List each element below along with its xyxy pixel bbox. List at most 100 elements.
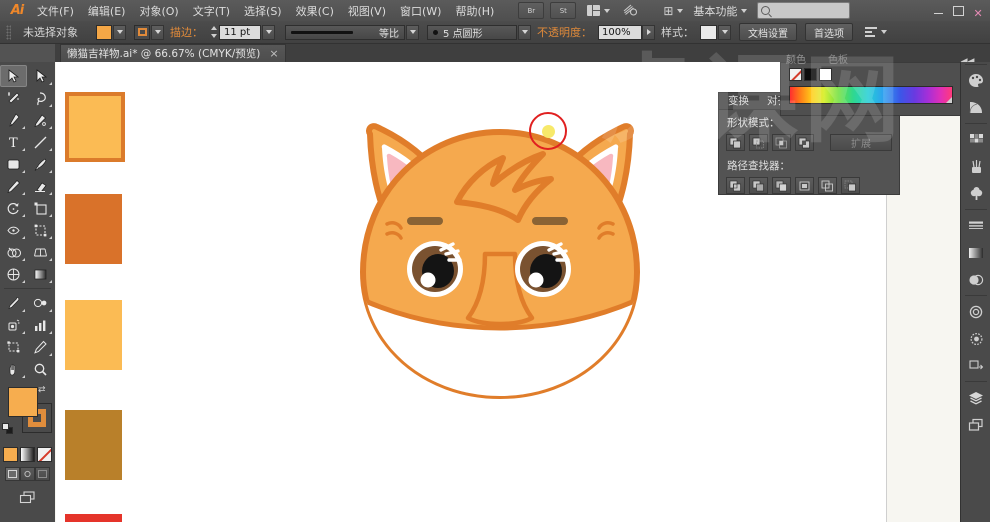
width-tool[interactable] <box>0 219 27 241</box>
opacity-flyout-button[interactable] <box>642 24 655 40</box>
search-input[interactable] <box>757 2 851 19</box>
close-icon[interactable]: × <box>269 47 278 60</box>
stroke-weight-stepper[interactable] <box>209 25 218 40</box>
tab-color[interactable]: 颜色 <box>786 51 806 66</box>
menu-effect[interactable]: 效果(C) <box>289 1 341 21</box>
eyedropper-tool[interactable] <box>0 292 27 314</box>
bridge-button[interactable]: Br <box>518 2 545 19</box>
menu-type[interactable]: 文字(T) <box>186 1 237 21</box>
expand-button[interactable]: 扩展 <box>830 134 892 151</box>
menu-view[interactable]: 视图(V) <box>341 1 393 21</box>
rotate-tool[interactable] <box>0 197 27 219</box>
stroke-weight-dropdown[interactable] <box>262 24 275 40</box>
graphic-styles-panel-icon[interactable] <box>961 325 990 352</box>
curvature-tool[interactable] <box>27 109 54 131</box>
zoom-tool[interactable] <box>27 358 54 380</box>
stroke-panel-icon[interactable] <box>961 212 990 239</box>
color-guide-panel-icon[interactable] <box>961 94 990 121</box>
screen-mode-normal[interactable] <box>5 467 20 481</box>
appearance-panel-icon[interactable] <box>961 298 990 325</box>
stroke-swatch-dropdown[interactable] <box>151 24 164 40</box>
arrange-documents-button[interactable] <box>587 5 611 16</box>
fill-swatch-dropdown[interactable] <box>113 24 126 40</box>
screen-mode-fullscreen[interactable] <box>35 467 50 481</box>
eraser-tool[interactable] <box>27 175 54 197</box>
workspace-menu-chevron-icon[interactable] <box>741 8 748 13</box>
pathfinder-exclude-button[interactable] <box>795 134 814 151</box>
symbols-panel-icon[interactable] <box>961 180 990 207</box>
line-segment-tool[interactable] <box>27 131 54 153</box>
fill-color-swatch[interactable] <box>96 24 112 40</box>
pathfinder-minus-front-button[interactable] <box>749 134 768 151</box>
edit-toolbar-icon[interactable] <box>16 488 40 506</box>
selected-highlight-circle[interactable] <box>529 112 567 150</box>
pathfinder-crop-button[interactable] <box>795 177 814 194</box>
symbol-sprayer-tool[interactable] <box>0 314 27 336</box>
document-setup-button[interactable]: 文档设置 <box>739 23 797 41</box>
transform-panel-icon[interactable] <box>961 352 990 379</box>
pathfinder-minus-back-button[interactable] <box>841 177 860 194</box>
pen-tool[interactable] <box>0 109 27 131</box>
color-mode-gradient[interactable] <box>20 447 35 462</box>
hand-tool[interactable] <box>0 358 27 380</box>
direct-selection-tool[interactable] <box>27 65 54 87</box>
pathfinder-intersect-button[interactable] <box>772 134 791 151</box>
brush-definition-select[interactable]: 5 点圆形 <box>427 24 517 40</box>
pathfinder-merge-button[interactable] <box>772 177 791 194</box>
lasso-tool[interactable] <box>27 87 54 109</box>
artwork-swatch-2[interactable] <box>65 194 122 264</box>
stroke-profile-dropdown[interactable] <box>406 24 419 40</box>
document-tab[interactable]: 懒猫吉祥物.ai* @ 66.67% (CMYK/预览) × <box>60 44 286 62</box>
color-mode-none[interactable] <box>37 447 52 462</box>
swap-fill-stroke-icon[interactable]: ⇄ <box>38 385 46 395</box>
color-panel-icon[interactable] <box>961 67 990 94</box>
maximize-button[interactable] <box>948 3 968 19</box>
opacity-label[interactable]: 不透明度： <box>537 24 592 40</box>
color-spectrum-bar[interactable] <box>789 86 953 104</box>
black-swatch[interactable] <box>804 68 817 81</box>
free-transform-tool[interactable] <box>27 219 54 241</box>
layers-panel-icon[interactable] <box>961 384 990 411</box>
slice-tool[interactable] <box>27 336 54 358</box>
column-graph-tool[interactable] <box>27 314 54 336</box>
brush-definition-dropdown[interactable] <box>518 24 531 40</box>
close-button[interactable]: ✕ <box>968 3 988 20</box>
magic-wand-tool[interactable] <box>0 87 27 109</box>
preferences-button[interactable]: 首选项 <box>805 23 853 41</box>
minimize-button[interactable] <box>928 3 948 19</box>
mesh-tool[interactable] <box>0 263 27 285</box>
pathfinder-trim-button[interactable] <box>749 177 768 194</box>
shape-builder-tool[interactable] <box>0 241 27 263</box>
pathfinder-outline-button[interactable] <box>818 177 837 194</box>
artboards-panel-icon[interactable] <box>961 411 990 438</box>
pathfinder-unite-button[interactable] <box>726 134 745 151</box>
default-fill-stroke-icon[interactable] <box>2 423 13 434</box>
toolbar-fill-swatch[interactable] <box>8 387 38 417</box>
workspace-switcher[interactable]: ⊞ <box>663 4 684 18</box>
swatches-panel-icon[interactable] <box>961 126 990 153</box>
tab-transform[interactable]: 变换 <box>719 93 758 109</box>
white-swatch[interactable] <box>819 68 832 81</box>
pencil-tool[interactable] <box>0 175 27 197</box>
menu-help[interactable]: 帮助(H) <box>448 1 501 21</box>
type-tool[interactable]: T <box>0 131 27 153</box>
brushes-panel-icon[interactable] <box>961 153 990 180</box>
none-swatch[interactable] <box>789 68 802 81</box>
stroke-profile-select[interactable]: 等比 <box>285 24 405 40</box>
stroke-weight-label[interactable]: 描边： <box>170 24 203 40</box>
align-options-button[interactable] <box>853 26 887 38</box>
menu-edit[interactable]: 编辑(E) <box>81 1 133 21</box>
menu-file[interactable]: 文件(F) <box>30 1 81 21</box>
cat-mascot-artwork[interactable] <box>325 104 675 404</box>
artboard-tool[interactable] <box>0 336 27 358</box>
stroke-color-swatch[interactable] <box>134 24 150 40</box>
artwork-swatch-1[interactable] <box>65 92 125 162</box>
artwork-swatch-5[interactable] <box>65 514 122 522</box>
menu-window[interactable]: 窗口(W) <box>393 1 448 21</box>
scale-tool[interactable] <box>27 197 54 219</box>
opacity-input[interactable]: 100% <box>598 24 642 40</box>
sync-settings-icon[interactable] <box>622 3 638 19</box>
artwork-swatch-3[interactable] <box>65 300 122 370</box>
stock-button[interactable]: St <box>550 2 577 19</box>
transparency-panel-icon[interactable] <box>961 266 990 293</box>
